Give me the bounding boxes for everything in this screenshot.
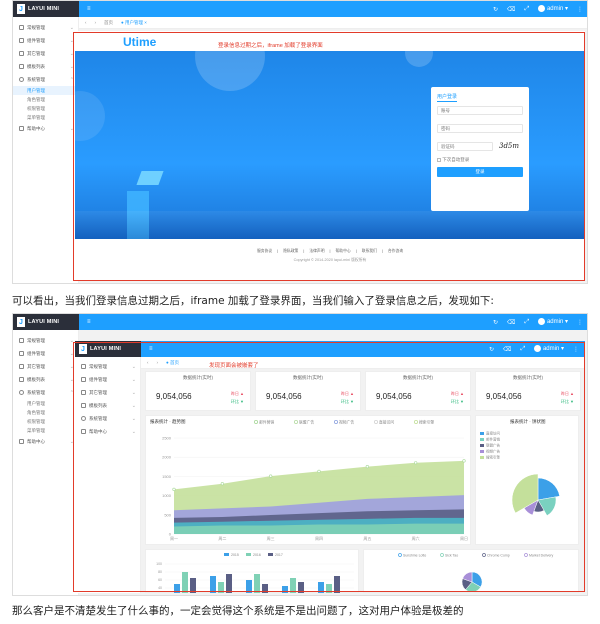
tab-current-label: 用户管理: [124, 19, 143, 25]
sidebar-subitem[interactable]: 角色管理: [13, 95, 78, 104]
sidebar-item[interactable]: 组件管理 ⌄: [13, 347, 78, 360]
user-menu[interactable]: admin ▾: [538, 5, 568, 13]
annotation-note: 登录信息过期之后，iframe 加载了登录界面: [218, 43, 323, 49]
sidebar: 常规管理 ⌄ 组件管理 ⌄ 其它管理 ⌄ 模板列表 ⌄ 系统管理 ⌃ 用户管理 角色管理 …: [13, 17, 79, 283]
sidebar-subitem-label: 角色管理: [27, 96, 45, 102]
tab-bar: ‹ › 首页 ● 用户管理 ×: [79, 17, 587, 29]
sidebar: 常规管理 ⌄ 组件管理 ⌄ 其它管理 ⌄ 模板列表 ⌄ 系统管理 ⌃ 用户管理 角色管理 …: [13, 330, 79, 595]
logo-icon: J: [17, 317, 25, 327]
tab-current[interactable]: ● 用户管理 ×: [121, 20, 147, 26]
menu-icon: [19, 51, 24, 56]
more-icon[interactable]: ⋮: [577, 6, 583, 13]
sidebar-item-label: 其它管理: [27, 50, 45, 56]
fullscreen-icon[interactable]: ⤢: [524, 319, 529, 326]
refresh-icon[interactable]: ↻: [493, 6, 498, 13]
sidebar-item-label: 常规管理: [27, 337, 45, 343]
sidebar-subitem-label: 用户管理: [27, 87, 45, 93]
gear-icon: [19, 390, 24, 395]
menu-icon: [19, 126, 24, 131]
sidebar-item[interactable]: 常规管理 ⌄: [13, 21, 78, 34]
sidebar-item[interactable]: 其它管理 ⌄: [13, 360, 78, 373]
app-title: LAYUI MINI: [28, 6, 60, 12]
caption-1: 可以看出，当我们登录信息过期之后，iframe 加载了登录界面，当我们输入了登录…: [12, 295, 494, 307]
menu-icon: [19, 38, 24, 43]
logo: J LAYUI MINI: [13, 1, 79, 17]
sidebar-item[interactable]: 系统管理 ⌃: [13, 386, 78, 399]
sidebar-item[interactable]: 常规管理 ⌄: [13, 334, 78, 347]
sidebar-subitem[interactable]: 权限管理: [13, 104, 78, 113]
user-name: admin: [546, 319, 564, 326]
sidebar-item[interactable]: 系统管理 ⌃: [13, 73, 78, 86]
sidebar-subitem[interactable]: 权限管理: [13, 417, 78, 426]
chevron-down-icon: ⌄: [69, 24, 74, 31]
caption-2: 那么客户是不清楚发生了什么事的，一定会觉得这个系统是不是出问题了，这对用户体验是…: [12, 605, 464, 617]
logo: J LAYUI MINI: [13, 314, 79, 330]
screenshot-login-frame: J LAYUI MINI ≡ ↻ ⌫ ⤢ admin ▾ ⋮ 常规管理 ⌄ 组件管…: [12, 0, 588, 284]
sidebar-subitem-label: 权限管理: [27, 418, 45, 424]
menu-toggle-icon[interactable]: ≡: [87, 319, 91, 325]
menu-toggle-icon[interactable]: ≡: [87, 6, 91, 12]
sidebar-item-label: 组件管理: [27, 350, 45, 356]
sidebar-item-label: 模板列表: [27, 63, 45, 69]
top-bar: J LAYUI MINI ≡ ↻ ⌫ ⤢ admin ▾ ⋮: [13, 314, 587, 330]
sidebar-item[interactable]: 模板列表 ⌄: [13, 373, 78, 386]
sidebar-subitem-label: 菜单管理: [27, 427, 45, 433]
menu-icon: [19, 64, 24, 69]
highlight-box: [73, 342, 585, 592]
sidebar-subitem[interactable]: 菜单管理: [13, 113, 78, 122]
user-menu[interactable]: admin ▾: [538, 318, 568, 326]
more-icon[interactable]: ⋮: [577, 319, 583, 326]
sidebar-item-label: 系统管理: [27, 76, 45, 82]
app-title: LAYUI MINI: [28, 319, 60, 325]
sidebar-subitem-label: 用户管理: [27, 400, 45, 406]
fullscreen-icon[interactable]: ⤢: [524, 6, 529, 13]
sidebar-subitem-label: 权限管理: [27, 105, 45, 111]
sidebar-item[interactable]: 其它管理 ⌄: [13, 47, 78, 60]
sidebar-item-label: 模板列表: [27, 376, 45, 382]
menu-icon: [19, 439, 24, 444]
highlight-box: [73, 32, 585, 281]
sidebar-item[interactable]: 模板列表 ⌄: [13, 60, 78, 73]
tab-home[interactable]: 首页: [104, 20, 113, 26]
avatar: [538, 318, 546, 326]
gear-icon: [19, 77, 24, 82]
sidebar-item-label: 系统管理: [27, 389, 45, 395]
sidebar-subitem[interactable]: 菜单管理: [13, 426, 78, 435]
screenshot-nested-frame: J LAYUI MINI ≡ ↻ ⌫ ⤢ admin ▾ ⋮ 常规管理 ⌄ 组件管…: [12, 313, 588, 596]
tab-forward-icon[interactable]: ›: [95, 20, 97, 25]
sidebar-subitem[interactable]: 角色管理: [13, 408, 78, 417]
refresh-icon[interactable]: ↻: [493, 319, 498, 326]
menu-icon: [19, 338, 24, 343]
sidebar-item[interactable]: 帮助中心 ⌄: [13, 435, 78, 448]
sidebar-item-label: 组件管理: [27, 37, 45, 43]
menu-icon: [19, 364, 24, 369]
sidebar-item-label: 常规管理: [27, 24, 45, 30]
sidebar-subitem[interactable]: 用户管理: [13, 86, 78, 95]
sidebar-item[interactable]: 帮助中心 ⌄: [13, 122, 78, 135]
menu-icon: [19, 25, 24, 30]
clear-icon[interactable]: ⌫: [507, 6, 515, 13]
avatar: [538, 5, 546, 13]
sidebar-item-label: 其它管理: [27, 363, 45, 369]
sidebar-item[interactable]: 组件管理 ⌄: [13, 34, 78, 47]
logo-icon: J: [17, 4, 25, 14]
top-bar: J LAYUI MINI ≡ ↻ ⌫ ⤢ admin ▾ ⋮: [13, 1, 587, 17]
menu-icon: [19, 377, 24, 382]
sidebar-subitem-label: 角色管理: [27, 409, 45, 415]
sidebar-item-label: 帮助中心: [27, 438, 45, 444]
sidebar-subitem-label: 菜单管理: [27, 114, 45, 120]
sidebar-item-label: 帮助中心: [27, 125, 45, 131]
clear-icon[interactable]: ⌫: [507, 319, 515, 326]
menu-icon: [19, 351, 24, 356]
annotation-note: 发现页面会被嵌套了: [209, 363, 259, 369]
tab-back-icon[interactable]: ‹: [85, 20, 87, 25]
user-name: admin: [546, 6, 564, 13]
sidebar-subitem[interactable]: 用户管理: [13, 399, 78, 408]
